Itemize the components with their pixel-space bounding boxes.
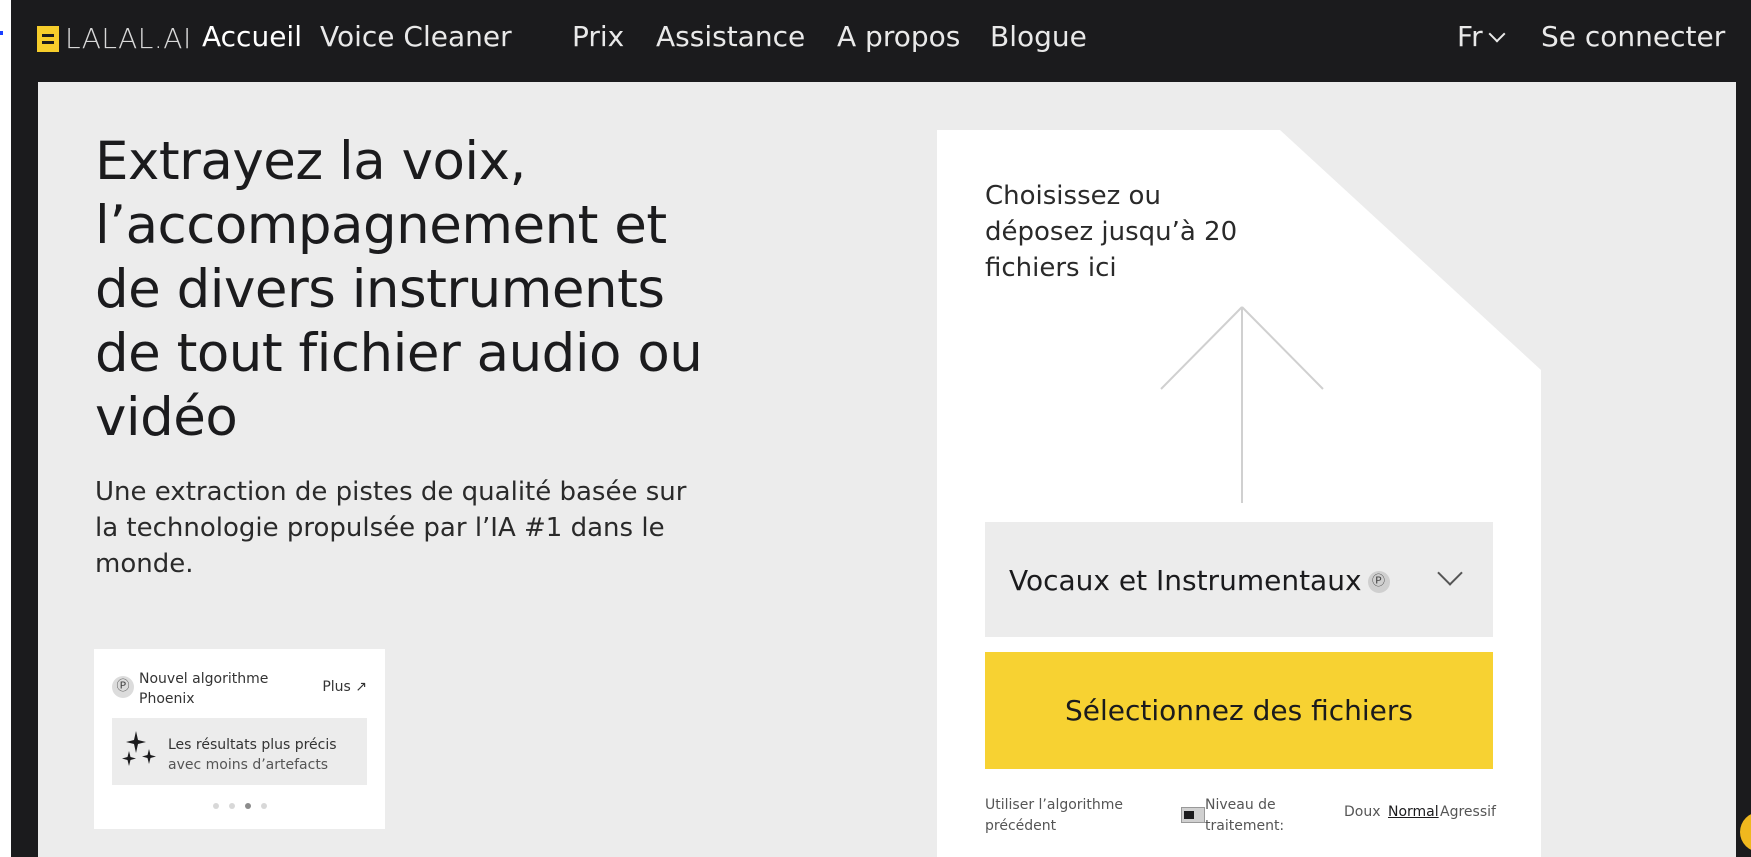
promo-text-strong: Les résultats plus précis xyxy=(168,737,337,753)
logo-text: LALAL.AI xyxy=(65,22,192,55)
processing-level-label: Niveau de traitement: xyxy=(1205,797,1285,834)
nav-item-a-propos[interactable]: A propos xyxy=(837,20,960,53)
promo-text-muted: avec moins d’artefacts xyxy=(168,757,329,773)
nav-item-blogue[interactable]: Blogue xyxy=(990,20,1087,53)
login-link[interactable]: Se connecter xyxy=(1541,20,1725,53)
separation-type-select[interactable]: Vocaux et Instrumentaux Ⓟ xyxy=(985,522,1493,637)
edge-marker xyxy=(0,31,3,35)
upload-arrow-icon xyxy=(1160,306,1324,503)
level-option-agressif[interactable]: Agressif xyxy=(1440,804,1496,820)
previous-algorithm-label: Utiliser l’algorithme précédent xyxy=(985,797,1124,834)
carousel-dot[interactable] xyxy=(228,803,235,809)
language-label: Fr xyxy=(1457,20,1483,53)
top-nav: LALAL.AI Accueil Voice Cleaner Prix Assi… xyxy=(11,0,1751,80)
drop-zone-text: Choisissez ou déposez jusqu’à 20 fichier… xyxy=(985,181,1238,283)
carousel-dot-active[interactable] xyxy=(244,803,251,809)
level-option-normal[interactable]: Normal xyxy=(1388,804,1439,820)
sparkle-icon xyxy=(122,731,156,766)
nav-item-voice-cleaner[interactable]: Voice Cleaner xyxy=(320,20,512,53)
phoenix-badge-icon: Ⓟ xyxy=(112,676,134,698)
chevron-down-icon xyxy=(1437,560,1463,586)
promo-card: Ⓟ Nouvel algorithme Phoenix Plus ↗ Les r… xyxy=(94,649,385,829)
nav-item-accueil[interactable]: Accueil xyxy=(202,20,302,53)
chevron-down-icon xyxy=(1488,25,1506,42)
language-selector[interactable]: Fr xyxy=(1457,20,1506,53)
main-section: Extrayez la voix, l’accompagnement et de… xyxy=(38,82,1736,857)
carousel-dot[interactable] xyxy=(212,803,219,809)
logo-icon xyxy=(37,25,59,52)
phoenix-badge-icon: Ⓟ xyxy=(1367,571,1390,593)
brand-logo[interactable]: LALAL.AI xyxy=(37,22,192,55)
promo-title: Nouvel algorithme Phoenix xyxy=(139,671,269,707)
promo-feature: Les résultats plus précis avec moins d’a… xyxy=(112,718,367,785)
hero-title: Extrayez la voix, l’accompagnement et de… xyxy=(95,131,703,448)
separation-type-value: Vocaux et Instrumentaux Ⓟ xyxy=(1009,564,1390,597)
nav-item-assistance[interactable]: Assistance xyxy=(656,20,805,53)
processing-options: Utiliser l’algorithme précédent Niveau d… xyxy=(985,795,1505,839)
hero-subtitle: Une extraction de pistes de qualité basé… xyxy=(95,477,687,579)
upload-card[interactable]: Choisissez ou déposez jusqu’à 20 fichier… xyxy=(937,130,1541,857)
level-option-doux[interactable]: Doux xyxy=(1344,804,1381,820)
app-frame: LALAL.AI Accueil Voice Cleaner Prix Assi… xyxy=(11,0,1751,857)
carousel-dot[interactable] xyxy=(260,803,267,809)
separation-type-label: Vocaux et Instrumentaux xyxy=(1009,564,1362,597)
promo-more-link[interactable]: Plus ↗ xyxy=(322,679,367,695)
carousel-dots xyxy=(94,803,385,809)
previous-algorithm-toggle[interactable] xyxy=(1181,807,1205,823)
promo-text: Les résultats plus précis avec moins d’a… xyxy=(168,735,358,775)
nav-item-prix[interactable]: Prix xyxy=(572,20,624,53)
select-files-button[interactable]: Sélectionnez des fichiers xyxy=(985,652,1493,769)
